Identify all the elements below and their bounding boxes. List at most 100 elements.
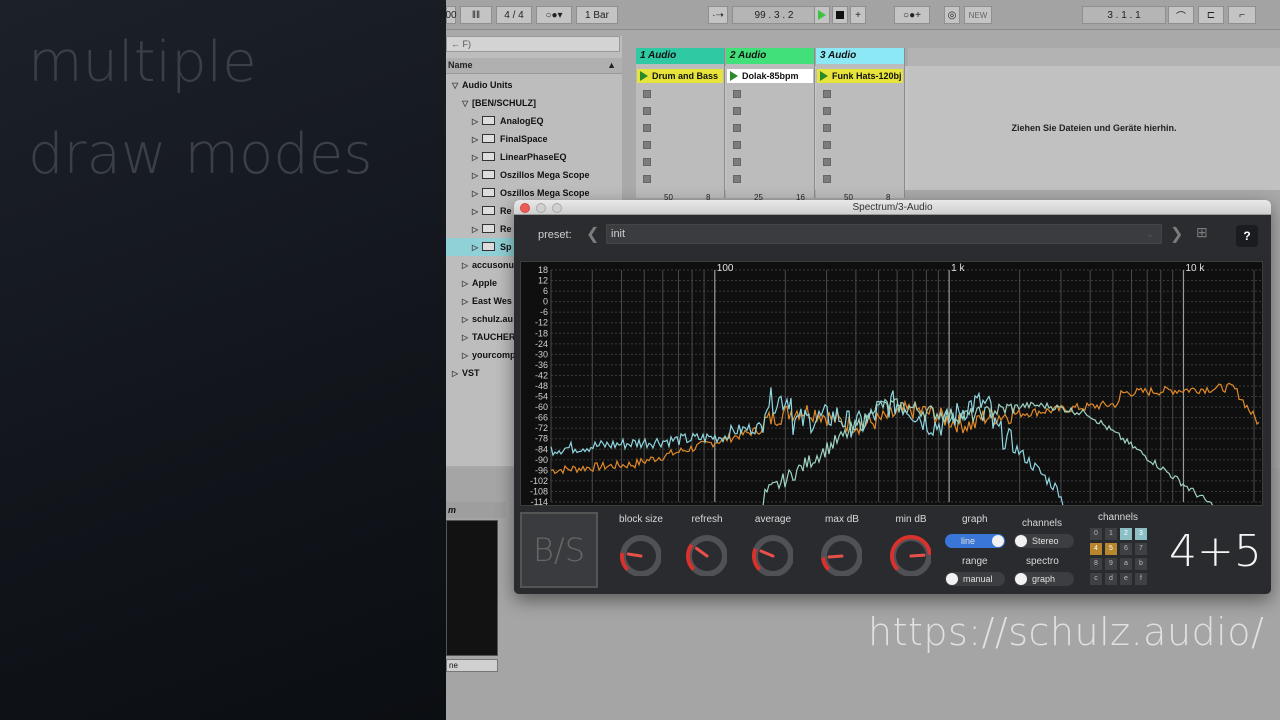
help-button[interactable]: ? <box>1236 225 1258 247</box>
signature-field[interactable]: 4 / 4 <box>496 6 532 24</box>
stop-button[interactable] <box>832 6 848 24</box>
collapsed-arrow-icon[interactable]: ▷ <box>472 185 482 203</box>
collapsed-arrow-icon[interactable]: ▷ <box>462 293 472 311</box>
graph-mode-toggle[interactable]: line <box>945 534 1005 548</box>
channel-cell[interactable]: 8 <box>1090 558 1102 570</box>
preset-select[interactable]: init ⌄ <box>606 224 1162 244</box>
channels-toggle[interactable]: Stereo <box>1014 534 1074 548</box>
channel-cell[interactable]: f <box>1135 573 1147 585</box>
clip-stop-slot[interactable] <box>733 90 741 98</box>
clip-stop-slot[interactable] <box>733 107 741 115</box>
browser-item[interactable]: ▷ FinalSpace <box>446 130 622 148</box>
save-icon[interactable]: ⊞ <box>1196 224 1208 241</box>
channel-cell[interactable]: 9 <box>1105 558 1117 570</box>
next-preset-icon[interactable]: ❯ <box>1170 224 1183 244</box>
browser-item[interactable]: ▽ [BEN/SCHULZ] <box>446 94 622 112</box>
clip-slot[interactable]: Drum and Bass <box>637 69 723 83</box>
loop-icon[interactable]: ⌒ <box>1168 6 1194 24</box>
collapsed-arrow-icon[interactable]: ▷ <box>472 149 482 167</box>
clip-stop-slot[interactable] <box>643 107 651 115</box>
clip-play-icon[interactable] <box>640 71 648 81</box>
clip-play-icon[interactable] <box>730 71 738 81</box>
collapsed-arrow-icon[interactable]: ▷ <box>462 347 472 365</box>
channel-cell[interactable]: 0 <box>1090 528 1102 540</box>
clip-stop-slot[interactable] <box>643 175 651 183</box>
clip-play-icon[interactable] <box>820 71 828 81</box>
knob[interactable] <box>683 532 727 576</box>
channel-cell[interactable]: a <box>1120 558 1132 570</box>
collapsed-arrow-icon[interactable]: ▷ <box>462 275 472 293</box>
knob[interactable] <box>818 532 862 576</box>
track-header[interactable]: 3 Audio <box>816 48 904 64</box>
browser-item[interactable]: ▽ Audio Units <box>446 76 622 94</box>
channel-cell[interactable]: 6 <box>1120 543 1132 555</box>
clip-slot[interactable]: Dolak-85bpm <box>727 69 813 83</box>
channel-cell[interactable]: c <box>1090 573 1102 585</box>
knob[interactable] <box>887 532 931 576</box>
channel-cell[interactable]: 2 <box>1120 528 1132 540</box>
browser-item[interactable]: ▷ Oszillos Mega Scope <box>446 166 622 184</box>
channel-cell[interactable]: b <box>1135 558 1147 570</box>
spectro-toggle[interactable]: graph <box>1014 572 1074 586</box>
clip-stop-slot[interactable] <box>823 124 831 132</box>
channel-cell[interactable]: d <box>1105 573 1117 585</box>
collapsed-arrow-icon[interactable]: ▷ <box>472 239 482 257</box>
collapsed-arrow-icon[interactable]: ▷ <box>472 221 482 239</box>
collapsed-arrow-icon[interactable]: ▷ <box>462 257 472 275</box>
quantize-select[interactable]: 1 Bar <box>576 6 618 24</box>
expanded-arrow-icon[interactable]: ▽ <box>462 95 472 113</box>
channel-cell[interactable]: 5 <box>1105 543 1117 555</box>
plugin-titlebar[interactable]: Spectrum/3-Audio <box>514 200 1271 215</box>
clip-stop-slot[interactable] <box>733 141 741 149</box>
punch-icon[interactable]: ⊏ <box>1198 6 1224 24</box>
browser-item[interactable]: ▷ LinearPhaseEQ <box>446 148 622 166</box>
expanded-arrow-icon[interactable]: ▽ <box>452 77 462 95</box>
channel-cell[interactable]: e <box>1120 573 1132 585</box>
collapsed-arrow-icon[interactable]: ▷ <box>472 203 482 221</box>
collapsed-arrow-icon[interactable]: ▷ <box>472 131 482 149</box>
add-button[interactable]: + <box>850 6 866 24</box>
draw-icon[interactable]: ⌐ <box>1228 6 1256 24</box>
knob[interactable] <box>749 532 793 576</box>
clip-stop-slot[interactable] <box>823 175 831 183</box>
new-button[interactable]: NEW <box>964 6 992 24</box>
collapsed-arrow-icon[interactable]: ▷ <box>462 311 472 329</box>
clip-stop-slot[interactable] <box>823 141 831 149</box>
channel-cell[interactable]: 4 <box>1090 543 1102 555</box>
clip-stop-slot[interactable] <box>643 141 651 149</box>
overdub-icon[interactable]: ○●+ <box>894 6 930 24</box>
clip-stop-slot[interactable] <box>823 158 831 166</box>
channel-cell[interactable]: 7 <box>1135 543 1147 555</box>
browser-item[interactable]: ▷ AnalogEQ <box>446 112 622 130</box>
follow-icon[interactable]: ○●▾ <box>536 6 572 24</box>
clip-stop-slot[interactable] <box>733 124 741 132</box>
channel-cell[interactable]: 3 <box>1135 528 1147 540</box>
track-header[interactable]: 2 Audio <box>726 48 814 64</box>
channel-cell[interactable]: 1 <box>1105 528 1117 540</box>
prev-preset-icon[interactable]: ❮ <box>586 224 599 244</box>
clip-stop-slot[interactable] <box>823 107 831 115</box>
sort-icon[interactable]: ▲ <box>607 58 616 73</box>
position-field[interactable]: 99 . 3 . 2 <box>732 6 816 24</box>
clip-stop-slot[interactable] <box>733 158 741 166</box>
collapsed-arrow-icon[interactable]: ▷ <box>452 365 462 383</box>
browser-search-input[interactable]: ← F) <box>446 36 620 52</box>
clip-stop-slot[interactable] <box>643 158 651 166</box>
record-icon[interactable]: ◎ <box>944 6 960 24</box>
clip-stop-slot[interactable] <box>643 90 651 98</box>
range-toggle[interactable]: manual <box>945 572 1005 586</box>
device-select[interactable]: ne <box>446 659 498 672</box>
arrangement-position-icon[interactable]: ·➝ <box>708 6 728 24</box>
collapsed-arrow-icon[interactable]: ▷ <box>462 329 472 347</box>
knob[interactable] <box>617 532 661 576</box>
collapsed-arrow-icon[interactable]: ▷ <box>472 113 482 131</box>
clip-stop-slot[interactable] <box>823 90 831 98</box>
clip-stop-slot[interactable] <box>643 124 651 132</box>
track-header[interactable]: 1 Audio <box>636 48 724 64</box>
loop-position-field[interactable]: 3 . 1 . 1 <box>1082 6 1166 24</box>
clip-slot[interactable]: Funk Hats-120bj <box>817 69 903 83</box>
bars-field[interactable]: 00 <box>446 6 457 24</box>
play-button[interactable] <box>814 6 830 24</box>
collapsed-arrow-icon[interactable]: ▷ <box>472 167 482 185</box>
clip-stop-slot[interactable] <box>733 175 741 183</box>
